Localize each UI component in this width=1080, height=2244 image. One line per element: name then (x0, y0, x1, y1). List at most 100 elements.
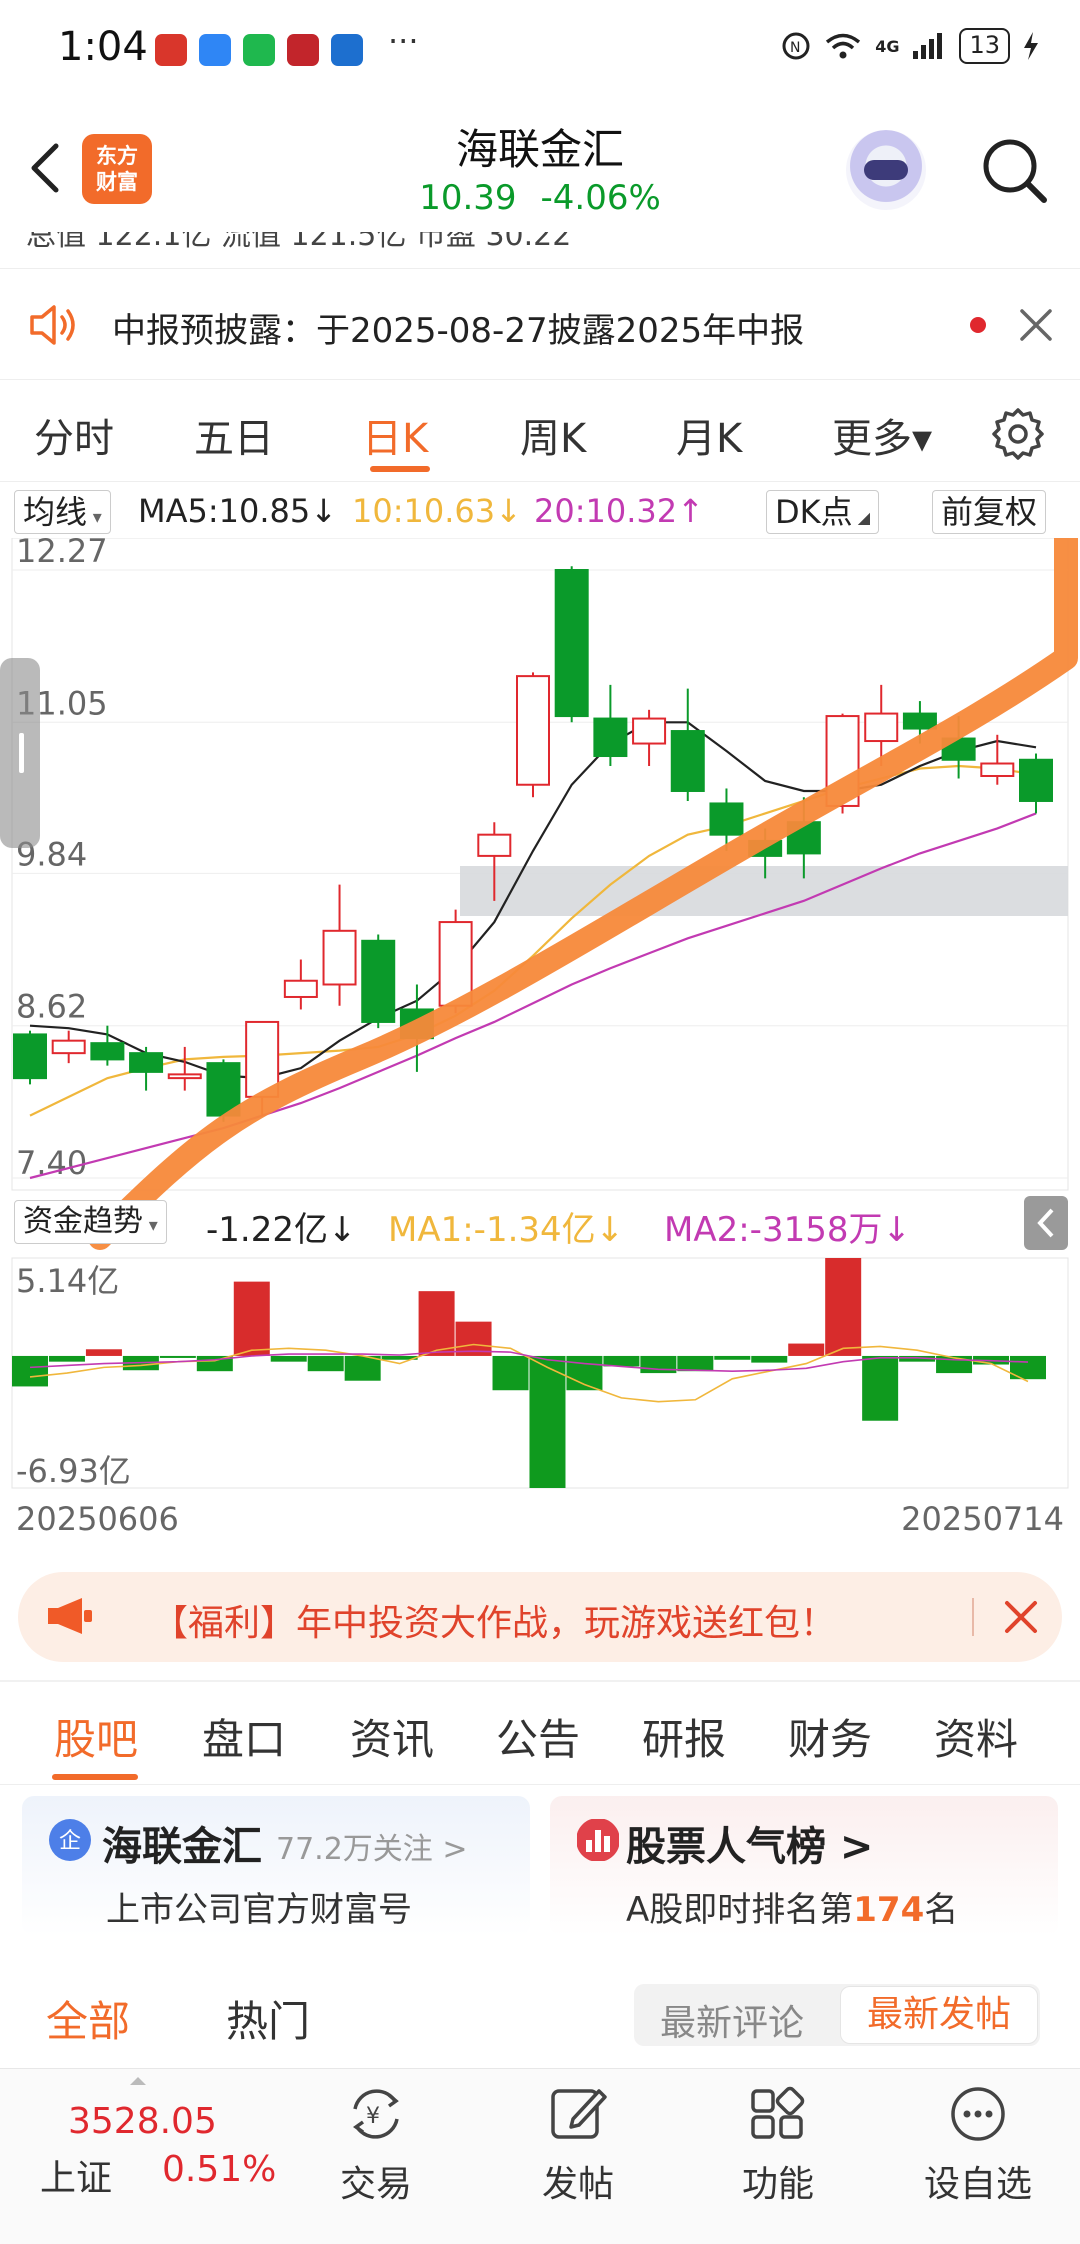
candle-body (477, 833, 512, 857)
search-icon[interactable] (974, 130, 1054, 210)
candle-body (709, 802, 744, 836)
bottom-nav: 3528.05 上证 0.51% ¥ 交易 发帖 功能 设自选 (0, 2068, 1080, 2244)
ma20-value: 20:10.32↑ (534, 492, 704, 530)
divider (0, 1784, 1080, 1785)
stats-strip: 总值 122.1亿 流值 121.5亿 市盈 30.22 (0, 232, 1080, 250)
nav-trade-label: 交易 (339, 2164, 412, 2205)
close-icon[interactable] (1002, 1598, 1040, 1636)
indicator-selector[interactable]: 均线 ▾ (14, 490, 111, 534)
status-time: 1:04 (58, 24, 148, 70)
fund-flow-bar (677, 1355, 714, 1372)
fund-flow-ma2: MA2:-3158万↓ (664, 1210, 911, 1250)
tab-monthly-k[interactable]: 月K (676, 406, 742, 464)
adjust-mode-button[interactable]: 前复权 (932, 490, 1047, 534)
promo-banner[interactable]: 【福利】年中投资大作战，玩游戏送红包！ (18, 1572, 1062, 1662)
company-card-desc: 上市公司官方财富号 (106, 1890, 412, 1930)
fund-flow-min-label: -6.93亿 (16, 1452, 131, 1490)
rank-prefix: A股即时排名第 (626, 1890, 854, 1930)
tab-five-day[interactable]: 五日 (194, 406, 274, 464)
candle-body (632, 717, 667, 745)
fund-flow-bar (788, 1343, 825, 1356)
candle-body (902, 712, 937, 730)
ai-assistant-robot-icon[interactable] (846, 130, 926, 210)
tab-announcements[interactable]: 公告 (496, 1706, 580, 1767)
status-bar: 1:04 ··· N 4G 13 (0, 0, 1080, 100)
dk-point-label: DK点 (775, 493, 853, 531)
company-fortune-card[interactable]: 企 海联金汇 77.2万关注 > 上市公司官方财富号 (22, 1796, 530, 1936)
fund-flow-max-label: 5.14亿 (16, 1262, 119, 1300)
index-name: 上证 (40, 2158, 113, 2199)
grid-icon (751, 2086, 805, 2139)
fund-flow-selector[interactable]: 资金趋势 ▾ (14, 1200, 167, 1244)
system-indicators: N 4G 13 (781, 28, 1040, 64)
tab-order-book[interactable]: 盘口 (202, 1706, 286, 1767)
bank2-notification-icon (331, 34, 363, 66)
rank-card-desc: A股即时排名第174名 (626, 1882, 958, 1931)
candle-body (129, 1052, 164, 1073)
company-followers: 77.2万关注 > (276, 1832, 468, 1867)
filter-hot[interactable]: 热门 (226, 1988, 310, 2049)
fund-flow-selector-label: 资金趋势 (23, 1204, 143, 1239)
fund-flow-bar (492, 1355, 529, 1391)
tab-research[interactable]: 研报 (642, 1706, 726, 1767)
tab-profile[interactable]: 资料 (934, 1706, 1018, 1767)
active-tab-indicator (370, 466, 430, 472)
app-notification-icon (155, 34, 187, 66)
fund-flow-bar (714, 1355, 751, 1360)
close-icon[interactable] (1016, 305, 1056, 345)
wifi-icon (826, 33, 861, 59)
nav-functions[interactable]: 功能 (718, 2079, 838, 2207)
more-circle-icon (951, 2087, 1005, 2141)
y-tick-label: 8.62 (16, 988, 87, 1026)
price-gap-band (460, 866, 1068, 916)
tab-intraday[interactable]: 分时 (34, 406, 114, 464)
sort-latest-comment[interactable]: 最新评论 (660, 1994, 804, 2046)
rank-number: 174 (853, 1890, 925, 1930)
nav-watchlist[interactable]: 设自选 (918, 2079, 1038, 2207)
tab-daily-k[interactable]: 日K (362, 406, 428, 464)
filter-all[interactable]: 全部 (46, 1988, 130, 2049)
candle-body (864, 712, 899, 743)
signal-icon (913, 33, 943, 59)
fund-flow-bar (159, 1355, 196, 1358)
tab-financials[interactable]: 财务 (788, 1706, 872, 1767)
side-drawer-handle-grip (19, 733, 24, 773)
dk-point-button[interactable]: DK点 ◢ (766, 490, 880, 534)
post-filter-row: 全部 热门 最新评论 最新发帖 (0, 1978, 1080, 2046)
fund-flow-bar (233, 1281, 270, 1356)
kline-chart-area[interactable]: 12.2711.059.848.627.405.14亿-6.93亿 (0, 538, 1080, 1498)
more-notifications-icon: ··· (388, 22, 419, 60)
candle-body (90, 1042, 125, 1061)
fund-flow-bar (418, 1291, 455, 1356)
battery-indicator: 13 (959, 28, 1010, 64)
tab-guba[interactable]: 股吧 (54, 1706, 138, 1767)
notice-bar[interactable]: 中报预披露：于2025-08-27披露2025年中报 (0, 268, 1080, 380)
svg-text:企: 企 (59, 1829, 81, 1854)
fund-flow-bar (529, 1355, 566, 1488)
tab-more[interactable]: 更多▾ (832, 406, 932, 464)
candle-body (554, 569, 589, 718)
yen-exchange-icon: ¥ (352, 2089, 399, 2139)
bank-notification-icon (287, 34, 319, 66)
edit-icon (551, 2089, 607, 2139)
sort-latest-post[interactable]: 最新发帖 (840, 1986, 1038, 2044)
company-card-title: 海联金汇 (102, 1824, 262, 1870)
promo-divider (972, 1598, 974, 1636)
stock-price: 10.39 (419, 178, 517, 218)
tab-news[interactable]: 资讯 (350, 1706, 434, 1767)
nav-post[interactable]: 发帖 (518, 2079, 638, 2207)
popularity-rank-card[interactable]: 股票人气榜 > A股即时排名第174名 (550, 1796, 1058, 1936)
nav-trade[interactable]: ¥ 交易 (316, 2079, 436, 2207)
fund-flow-bar (48, 1355, 85, 1362)
fund-flow-bar (862, 1355, 899, 1421)
svg-text:¥: ¥ (366, 2104, 380, 2129)
index-value: 3528.05 (68, 2101, 217, 2142)
gear-icon[interactable] (990, 406, 1046, 462)
ma-indicator-bar: 均线 ▾ MA5:10.85↓ 10:10.63↓ 20:10.32↑ DK点 … (0, 488, 1080, 538)
nav-watchlist-label: 设自选 (923, 2164, 1032, 2205)
charging-icon (1024, 32, 1038, 60)
tab-weekly-k[interactable]: 周K (520, 406, 586, 464)
stock-header: 东方财富 海联金汇 10.39 -4.06% (0, 100, 1080, 240)
megaphone-icon (48, 1598, 92, 1634)
sort-segment: 最新评论 最新发帖 (634, 1984, 1040, 2046)
